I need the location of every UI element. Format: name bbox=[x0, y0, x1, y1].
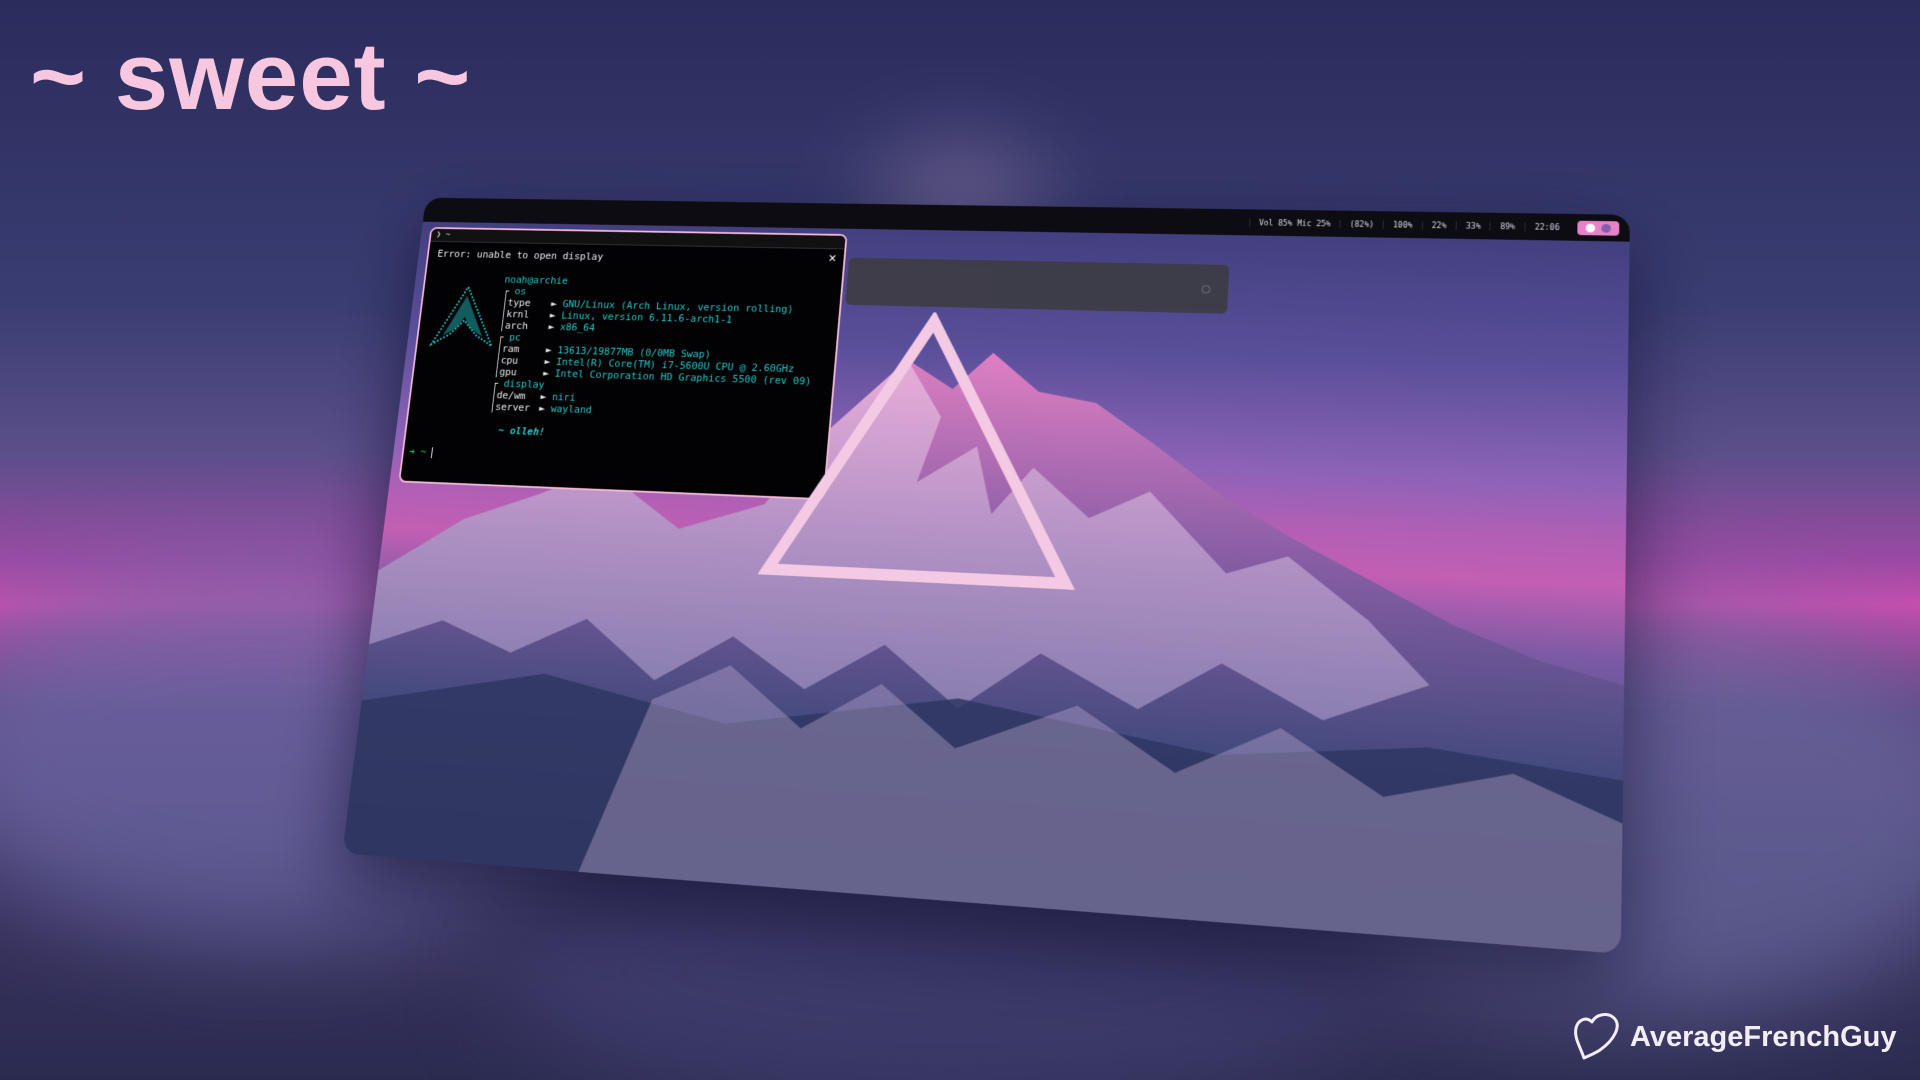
launcher-bar[interactable] bbox=[845, 258, 1229, 314]
page-title: ~ sweet ~ bbox=[30, 22, 471, 132]
memory-status[interactable]: 33% bbox=[1456, 221, 1490, 230]
shell-prompt[interactable]: ➜ ~ bbox=[408, 446, 433, 459]
close-icon[interactable]: ✕ bbox=[828, 252, 837, 265]
fetch-info: noah@archie ┌ os │type ► GNU/Linux (Arch … bbox=[486, 274, 820, 448]
volume-mic-status[interactable]: Vol 85% Mic 25% bbox=[1249, 218, 1340, 228]
heart-outline-icon bbox=[1570, 1010, 1624, 1064]
disk-status[interactable]: 89% bbox=[1490, 222, 1525, 231]
brightness-status[interactable]: 100% bbox=[1383, 220, 1422, 229]
watermark: AverageFrenchGuy bbox=[1570, 1010, 1896, 1064]
launcher-status-icon bbox=[1201, 285, 1210, 294]
text-cursor bbox=[431, 447, 433, 458]
battery-status[interactable]: (82%) bbox=[1340, 220, 1384, 229]
workspace-inactive-dot[interactable] bbox=[1601, 223, 1611, 232]
workspace-indicator[interactable] bbox=[1577, 220, 1619, 235]
terminal-error-line: Error: unable to open display bbox=[437, 248, 604, 263]
clock[interactable]: 22:06 bbox=[1524, 222, 1569, 231]
desktop-screen: Vol 85% Mic 25% (82%) 100% 22% 33% 89% 2… bbox=[342, 198, 1630, 954]
workspace-active-dot[interactable] bbox=[1586, 223, 1596, 232]
arch-logo-icon bbox=[428, 285, 503, 348]
desktop-preview: Vol 85% Mic 25% (82%) 100% 22% 33% 89% 2… bbox=[342, 198, 1630, 954]
watermark-text: AverageFrenchGuy bbox=[1630, 1021, 1896, 1054]
cpu-status[interactable]: 22% bbox=[1421, 221, 1455, 230]
triangle-overlay bbox=[757, 309, 1091, 594]
